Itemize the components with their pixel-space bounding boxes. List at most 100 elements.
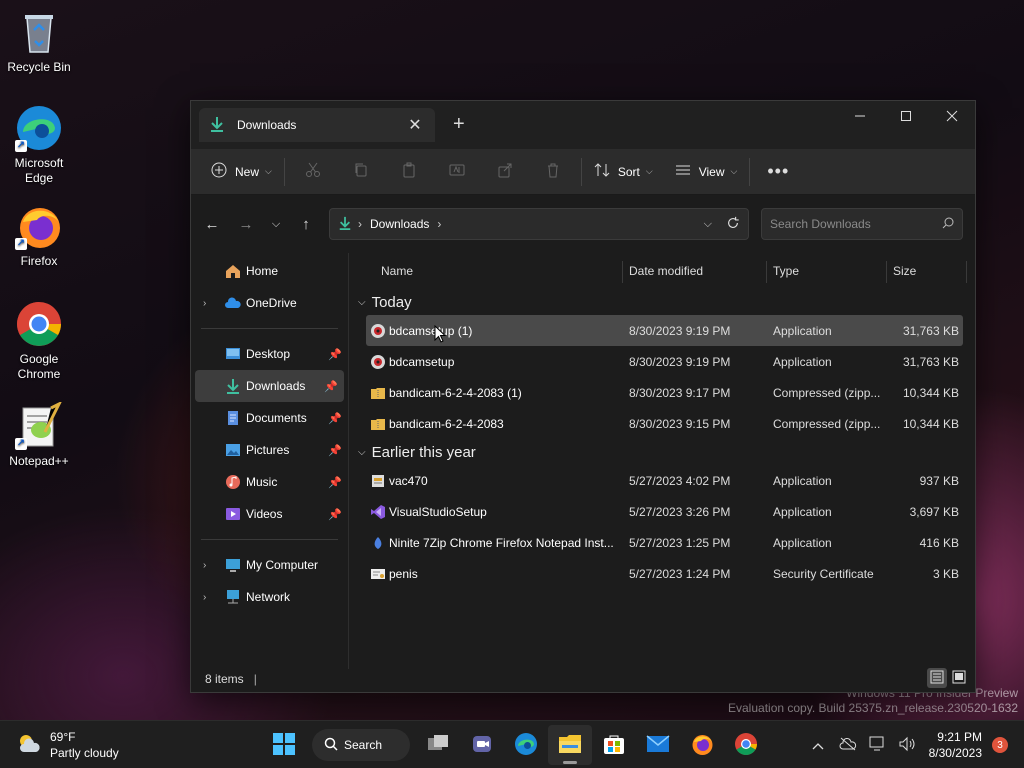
breadcrumb-downloads[interactable]: Downloads bbox=[370, 217, 429, 231]
nav-item-network[interactable]: › Network bbox=[191, 581, 348, 613]
taskbar-edge-button[interactable] bbox=[504, 725, 548, 765]
clock[interactable]: 9:21 PM 8/30/2023 bbox=[929, 729, 982, 761]
tab-downloads[interactable]: Downloads ✕ bbox=[199, 108, 435, 142]
desktop-icon-edge[interactable]: ↗ Microsoft Edge bbox=[4, 104, 74, 186]
details-view-button[interactable] bbox=[927, 668, 947, 688]
teams-chat-button[interactable] bbox=[460, 725, 504, 765]
taskbar-chrome-button[interactable] bbox=[724, 725, 768, 765]
view-button[interactable]: View ⌵ bbox=[667, 156, 746, 188]
back-button[interactable]: ← bbox=[197, 209, 227, 239]
nav-item-home[interactable]: Home bbox=[191, 255, 348, 287]
minimize-button[interactable] bbox=[837, 101, 883, 131]
expand-chevron-icon[interactable]: › bbox=[203, 298, 206, 309]
search-box[interactable] bbox=[761, 208, 963, 240]
column-divider[interactable] bbox=[966, 261, 967, 283]
paste-button[interactable] bbox=[385, 156, 433, 188]
desktop-icon-chrome[interactable]: Google Chrome bbox=[4, 300, 74, 382]
close-window-button[interactable] bbox=[929, 101, 975, 131]
address-history-chevron-icon[interactable]: ⌵ bbox=[704, 218, 712, 231]
view-lines-icon bbox=[675, 162, 691, 181]
nav-item-label: Downloads bbox=[246, 379, 306, 393]
file-row[interactable]: Ninite 7Zip Chrome Firefox Notepad Inst.… bbox=[366, 527, 963, 558]
nav-item-downloads[interactable]: Downloads 📌 bbox=[195, 370, 344, 402]
copy-icon bbox=[353, 162, 369, 181]
file-row[interactable]: bandicam-6-2-4-2083 8/30/2023 9:15 PM Co… bbox=[366, 408, 963, 439]
recent-locations-button[interactable]: ⌵ bbox=[261, 209, 291, 239]
new-button[interactable]: New ⌵ bbox=[203, 156, 280, 188]
chevron-up-icon bbox=[812, 738, 824, 753]
column-header-date[interactable]: Date modified bbox=[629, 264, 703, 278]
taskbar-file-explorer-button[interactable] bbox=[548, 725, 592, 765]
network-status-button[interactable] bbox=[863, 725, 893, 765]
column-divider[interactable] bbox=[622, 261, 623, 283]
sort-button[interactable]: Sort ⌵ bbox=[586, 156, 661, 188]
address-bar[interactable]: › Downloads › ⌵ bbox=[329, 208, 749, 240]
weather-widget[interactable]: 69°F Partly cloudy bbox=[16, 729, 119, 761]
forward-button[interactable]: → bbox=[231, 209, 261, 239]
rename-button[interactable] bbox=[433, 156, 481, 188]
share-button[interactable] bbox=[481, 156, 529, 188]
nav-item-my-computer[interactable]: › My Computer bbox=[191, 549, 348, 581]
column-header-type[interactable]: Type bbox=[773, 264, 799, 278]
start-button[interactable] bbox=[262, 725, 306, 765]
desktop-icon-notepad-plus-plus[interactable]: ↗ Notepad++ bbox=[4, 400, 74, 469]
onedrive-status-button[interactable] bbox=[833, 725, 863, 765]
desktop-icon-recycle-bin[interactable]: Recycle Bin bbox=[4, 8, 74, 75]
new-tab-plus-icon[interactable]: + bbox=[453, 113, 465, 136]
expand-chevron-icon[interactable]: › bbox=[203, 560, 206, 571]
task-view-button[interactable] bbox=[416, 725, 460, 765]
file-row[interactable]: penis 5/27/2023 1:24 PM Security Certifi… bbox=[366, 558, 963, 589]
show-hidden-icons-button[interactable] bbox=[803, 725, 833, 765]
group-header-today[interactable]: ⌵ Today bbox=[350, 289, 975, 315]
file-row[interactable]: VisualStudioSetup 5/27/2023 3:26 PM Appl… bbox=[366, 496, 963, 527]
close-tab-icon[interactable]: ✕ bbox=[405, 115, 425, 135]
column-header-name[interactable]: Name bbox=[381, 264, 413, 278]
taskbar-store-button[interactable] bbox=[592, 725, 636, 765]
taskbar-search-label: Search bbox=[344, 738, 383, 752]
file-row[interactable]: bandicam-6-2-4-2083 (1) 8/30/2023 9:17 P… bbox=[366, 377, 963, 408]
clock-date: 8/30/2023 bbox=[928, 746, 982, 760]
address-row: ← → ⌵ ↑ › Downloads › ⌵ bbox=[191, 195, 975, 253]
up-button[interactable]: ↑ bbox=[291, 209, 321, 239]
file-size: 31,763 KB bbox=[902, 324, 959, 338]
desktop-icon-firefox[interactable]: ↗ Firefox bbox=[4, 202, 74, 269]
search-input[interactable] bbox=[770, 217, 942, 231]
nav-item-desktop[interactable]: Desktop 📌 bbox=[191, 338, 348, 370]
column-divider[interactable] bbox=[886, 261, 887, 283]
see-more-button[interactable]: ••• bbox=[754, 156, 802, 188]
cut-button[interactable] bbox=[289, 156, 337, 188]
volume-button[interactable] bbox=[893, 725, 923, 765]
scissors-icon bbox=[305, 162, 321, 181]
file-row[interactable]: bdcamsetup 8/30/2023 9:19 PM Application… bbox=[366, 346, 963, 377]
maximize-button[interactable] bbox=[883, 101, 929, 131]
expand-chevron-icon[interactable]: › bbox=[203, 592, 206, 603]
nav-item-music[interactable]: Music 📌 bbox=[191, 466, 348, 498]
title-bar[interactable]: Downloads ✕ + bbox=[191, 101, 975, 149]
nav-item-videos[interactable]: Videos 📌 bbox=[191, 498, 348, 530]
file-row[interactable]: vac470 5/27/2023 4:02 PM Application 937… bbox=[366, 465, 963, 496]
file-type: Application bbox=[773, 505, 832, 519]
nav-item-documents[interactable]: Documents 📌 bbox=[191, 402, 348, 434]
column-divider[interactable] bbox=[766, 261, 767, 283]
column-header-size[interactable]: Size bbox=[893, 264, 916, 278]
pin-icon: 📌 bbox=[328, 412, 342, 425]
refresh-icon[interactable] bbox=[726, 216, 740, 233]
file-name: VisualStudioSetup bbox=[389, 505, 487, 519]
tiles-view-button[interactable] bbox=[949, 668, 969, 688]
details-view-icon bbox=[930, 670, 944, 687]
taskbar-mail-button[interactable] bbox=[636, 725, 680, 765]
more-dots-icon: ••• bbox=[767, 161, 790, 181]
teams-chat-icon bbox=[471, 733, 493, 758]
copy-button[interactable] bbox=[337, 156, 385, 188]
file-row[interactable]: bdcamsetup (1) 8/30/2023 9:19 PM Applica… bbox=[366, 315, 963, 346]
delete-button[interactable] bbox=[529, 156, 577, 188]
nav-item-onedrive[interactable]: › OneDrive bbox=[191, 287, 348, 319]
breadcrumb-chevron-icon[interactable]: › bbox=[437, 217, 441, 231]
taskbar-firefox-button[interactable] bbox=[680, 725, 724, 765]
nav-item-pictures[interactable]: Pictures 📌 bbox=[191, 434, 348, 466]
search-icon bbox=[324, 737, 338, 754]
visual-studio-icon bbox=[370, 504, 386, 520]
taskbar-search-button[interactable]: Search bbox=[312, 729, 410, 761]
group-header-earlier-this-year[interactable]: ⌵ Earlier this year bbox=[350, 439, 975, 465]
notification-badge[interactable]: 3 bbox=[992, 737, 1008, 753]
